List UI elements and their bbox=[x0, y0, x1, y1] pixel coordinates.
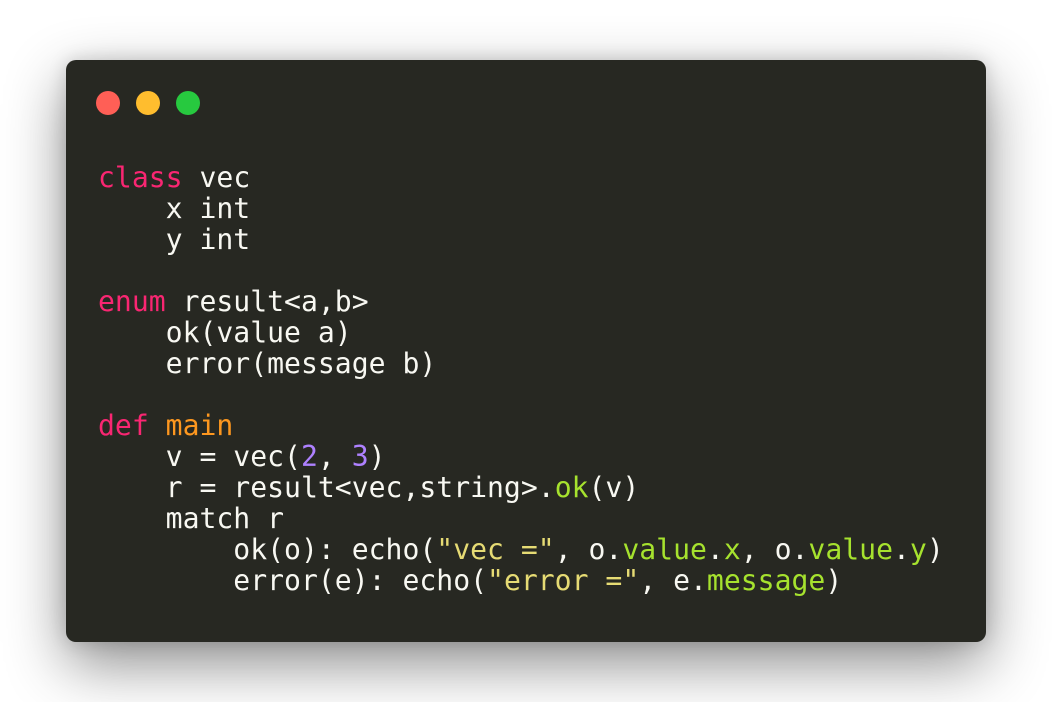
code-block: class vec x int y int enum result<a,b> ok… bbox=[98, 162, 944, 596]
code-token-keyword: enum bbox=[98, 285, 166, 318]
minimize-button[interactable] bbox=[136, 91, 160, 115]
code-token: v = vec( bbox=[98, 440, 301, 473]
code-token: r = result<vec,string>. bbox=[98, 471, 555, 504]
code-token-number: 3 bbox=[351, 440, 369, 473]
code-token: , o. bbox=[740, 533, 809, 566]
code-token: . bbox=[706, 533, 724, 566]
code-token: ok(value a) bbox=[98, 316, 352, 349]
code-token-number: 2 bbox=[300, 440, 318, 473]
code-token: error(e): echo( bbox=[98, 564, 488, 597]
code-line: x int bbox=[98, 193, 944, 224]
code-line: ok(o): echo("vec =", o.value.x, o.value.… bbox=[98, 533, 944, 566]
code-line: class vec bbox=[98, 162, 944, 193]
code-token-function: main bbox=[165, 409, 234, 442]
code-token-string: "vec =" bbox=[436, 533, 555, 566]
code-token: x int bbox=[98, 192, 251, 225]
code-line: ok(value a) bbox=[98, 317, 944, 348]
code-line: match r bbox=[98, 503, 944, 534]
code-window: class vec x int y int enum result<a,b> ok… bbox=[66, 60, 986, 642]
code-token: vec bbox=[182, 161, 251, 194]
zoom-button[interactable] bbox=[176, 91, 200, 115]
code-token-member: x bbox=[723, 533, 741, 566]
code-token-keyword: class bbox=[98, 161, 183, 194]
code-line: v = vec(2, 3) bbox=[98, 441, 944, 472]
code-line: r = result<vec,string>.ok(v) bbox=[98, 472, 944, 503]
code-token-keyword: def bbox=[98, 409, 149, 442]
code-token: ok(o): echo( bbox=[98, 533, 437, 566]
code-token: . bbox=[893, 533, 910, 566]
code-line: def main bbox=[98, 410, 944, 441]
code-token: result<a,b> bbox=[165, 285, 369, 318]
code-token: , o. bbox=[554, 533, 623, 566]
code-line: error(e): echo("error =", e.message) bbox=[98, 565, 944, 596]
code-line: error(message b) bbox=[98, 348, 944, 379]
code-token-member: value bbox=[808, 533, 893, 566]
code-token-member: y bbox=[909, 533, 927, 566]
code-token: , e. bbox=[639, 564, 707, 597]
code-line: enum result<a,b> bbox=[98, 286, 944, 317]
code-token: ) bbox=[368, 440, 386, 473]
code-token: ) bbox=[926, 533, 944, 566]
code-line: y int bbox=[98, 224, 944, 255]
code-token: , bbox=[317, 440, 352, 473]
code-token: ) bbox=[825, 564, 843, 597]
code-token: error(message b) bbox=[98, 347, 437, 380]
code-token: y int bbox=[98, 223, 251, 256]
code-token-member: value bbox=[622, 533, 707, 566]
code-token-string: "error =" bbox=[487, 564, 640, 597]
code-token-member: ok bbox=[554, 471, 589, 504]
close-button[interactable] bbox=[96, 91, 120, 115]
code-token-member: message bbox=[706, 564, 826, 597]
code-token: (v) bbox=[588, 471, 640, 504]
code-token: match r bbox=[98, 502, 285, 535]
